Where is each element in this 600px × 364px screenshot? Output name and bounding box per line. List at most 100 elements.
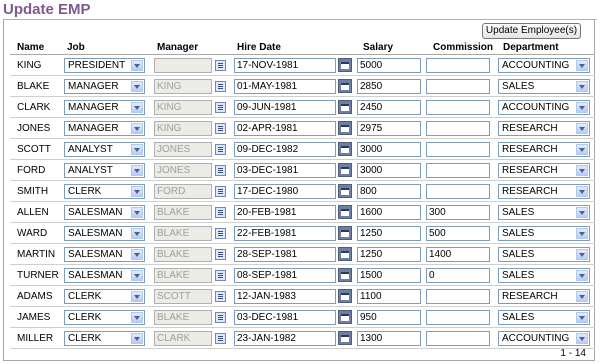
commission-field[interactable] [426,309,490,325]
calendar-icon[interactable] [338,99,352,114]
hire-date-field[interactable]: 09-DEC-1982 [234,141,336,157]
salary-field[interactable]: 950 [357,309,421,325]
commission-field[interactable] [426,120,490,136]
commission-field[interactable] [426,57,490,73]
chevron-down-icon[interactable] [576,206,588,218]
department-select[interactable]: RESEARCH [498,120,590,136]
calendar-icon[interactable] [338,57,352,72]
list-icon[interactable] [215,332,226,344]
column-header-salary[interactable]: Salary [356,40,426,55]
manager-field[interactable]: BLAKE [154,309,212,325]
list-icon[interactable] [215,122,226,134]
calendar-icon[interactable] [338,246,352,261]
department-select[interactable]: SALES [498,246,590,262]
department-select[interactable]: SALES [498,267,590,283]
list-icon[interactable] [215,227,226,239]
list-icon[interactable] [215,290,226,302]
commission-field[interactable] [426,78,490,94]
list-icon[interactable] [215,269,226,281]
department-select[interactable]: RESEARCH [498,288,590,304]
commission-field[interactable] [426,330,490,346]
manager-field[interactable] [154,57,212,73]
job-select[interactable]: MANAGER [64,120,145,136]
job-select[interactable]: SALESMAN [64,267,145,283]
chevron-down-icon[interactable] [576,101,588,113]
chevron-down-icon[interactable] [576,269,588,281]
manager-field[interactable]: BLAKE [154,225,212,241]
salary-field[interactable]: 1500 [357,267,421,283]
column-header-name[interactable]: Name [10,40,60,55]
job-select[interactable]: CLERK [64,309,145,325]
manager-field[interactable]: BLAKE [154,246,212,262]
chevron-down-icon[interactable] [131,311,143,323]
department-select[interactable]: ACCOUNTING [498,99,590,115]
department-select[interactable]: SALES [498,204,590,220]
chevron-down-icon[interactable] [131,143,143,155]
manager-field[interactable]: JONES [154,141,212,157]
salary-field[interactable]: 1600 [357,204,421,220]
list-icon[interactable] [215,59,226,71]
hire-date-field[interactable]: 23-JAN-1982 [234,330,336,346]
calendar-icon[interactable] [338,162,352,177]
department-select[interactable]: RESEARCH [498,162,590,178]
column-header-job[interactable]: Job [60,40,150,55]
calendar-icon[interactable] [338,330,352,345]
salary-field[interactable]: 3000 [357,141,421,157]
commission-field[interactable]: 500 [426,225,490,241]
hire-date-field[interactable]: 02-APR-1981 [234,120,336,136]
salary-field[interactable]: 800 [357,183,421,199]
salary-field[interactable]: 1250 [357,225,421,241]
job-select[interactable]: MANAGER [64,78,145,94]
chevron-down-icon[interactable] [131,185,143,197]
chevron-down-icon[interactable] [576,185,588,197]
salary-field[interactable]: 1100 [357,288,421,304]
calendar-icon[interactable] [338,309,352,324]
job-select[interactable]: MANAGER [64,99,145,115]
chevron-down-icon[interactable] [131,227,143,239]
salary-field[interactable]: 3000 [357,162,421,178]
column-header-hire-date[interactable]: Hire Date [230,40,356,55]
hire-date-field[interactable]: 17-NOV-1981 [234,57,336,73]
manager-field[interactable]: KING [154,99,212,115]
chevron-down-icon[interactable] [576,164,588,176]
calendar-icon[interactable] [338,288,352,303]
job-select[interactable]: CLERK [64,288,145,304]
chevron-down-icon[interactable] [576,227,588,239]
job-select[interactable]: CLERK [64,330,145,346]
manager-field[interactable]: BLAKE [154,204,212,220]
list-icon[interactable] [215,248,226,260]
column-header-department[interactable]: Department [496,40,595,55]
salary-field[interactable]: 5000 [357,57,421,73]
chevron-down-icon[interactable] [576,248,588,260]
list-icon[interactable] [215,185,226,197]
chevron-down-icon[interactable] [131,332,143,344]
calendar-icon[interactable] [338,120,352,135]
list-icon[interactable] [215,143,226,155]
chevron-down-icon[interactable] [131,248,143,260]
calendar-icon[interactable] [338,183,352,198]
salary-field[interactable]: 2975 [357,120,421,136]
job-select[interactable]: SALESMAN [64,225,145,241]
chevron-down-icon[interactable] [131,59,143,71]
department-select[interactable]: SALES [498,78,590,94]
salary-field[interactable]: 2450 [357,99,421,115]
calendar-icon[interactable] [338,204,352,219]
department-select[interactable]: RESEARCH [498,183,590,199]
manager-field[interactable]: KING [154,120,212,136]
job-select[interactable]: PRESIDENT [64,57,145,73]
hire-date-field[interactable]: 20-FEB-1981 [234,204,336,220]
column-header-commission[interactable]: Commission [426,40,496,55]
chevron-down-icon[interactable] [131,80,143,92]
department-select[interactable]: ACCOUNTING [498,57,590,73]
job-select[interactable]: SALESMAN [64,246,145,262]
list-icon[interactable] [215,206,226,218]
manager-field[interactable]: JONES [154,162,212,178]
department-select[interactable]: SALES [498,309,590,325]
job-select[interactable]: ANALYST [64,162,145,178]
job-select[interactable]: SALESMAN [64,204,145,220]
chevron-down-icon[interactable] [576,290,588,302]
hire-date-field[interactable]: 01-MAY-1981 [234,78,336,94]
manager-field[interactable]: BLAKE [154,267,212,283]
hire-date-field[interactable]: 03-DEC-1981 [234,162,336,178]
chevron-down-icon[interactable] [131,122,143,134]
